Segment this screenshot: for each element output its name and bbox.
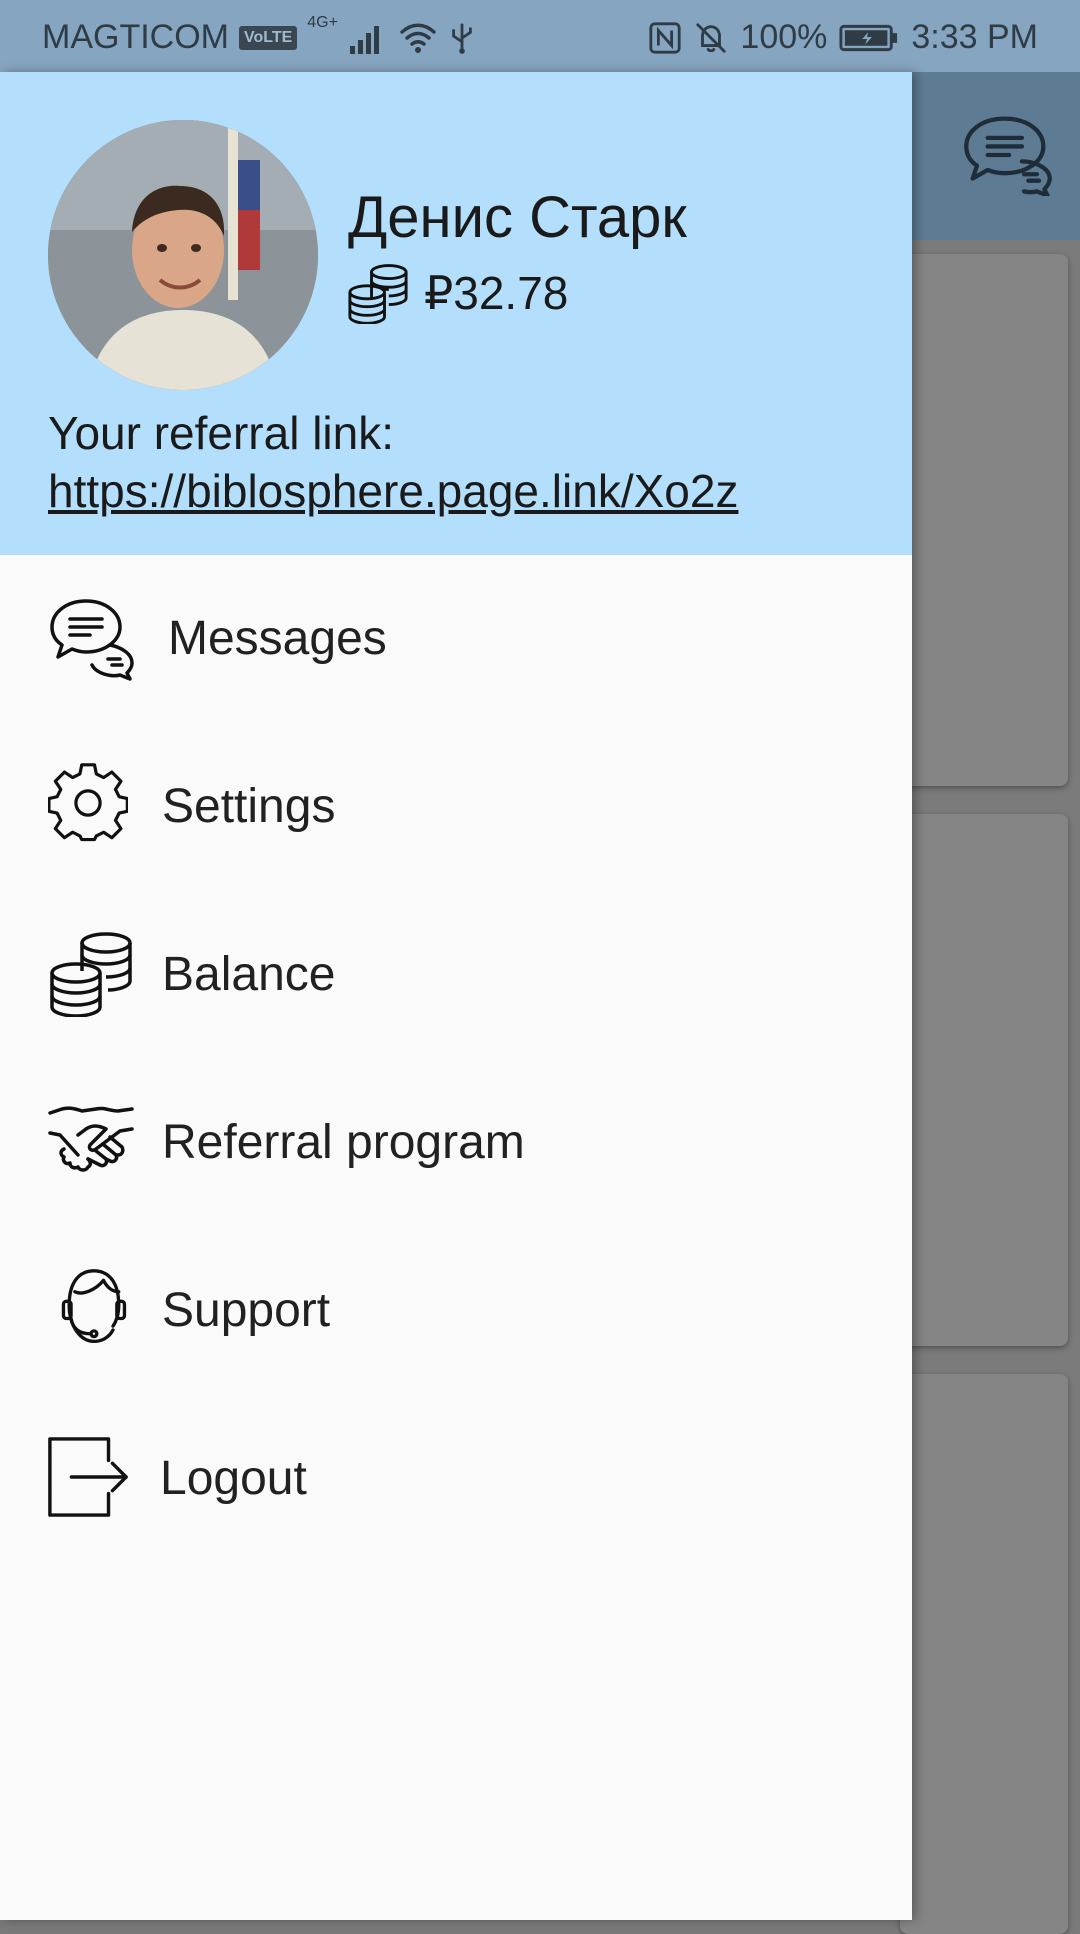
background-card [900,1374,1068,1934]
background-card [900,254,1068,786]
menu-item-messages[interactable]: Messages [0,555,912,723]
carrier-name: MAGTICOM [42,18,229,56]
menu-item-settings[interactable]: Settings [0,723,912,891]
navigation-drawer: Денис Старк ₽32.78 Your referral link: h… [0,72,912,1920]
user-name: Денис Старк [348,185,687,250]
status-bar: MAGTICOM VoLTE 4G+ 100% 3:33 PM [0,0,1080,72]
notifications-muted-icon [696,22,727,53]
nfc-icon [649,21,681,54]
usb-icon [452,23,472,54]
battery-icon [839,24,898,51]
gear-icon [48,763,128,842]
drawer-header: Денис Старк ₽32.78 Your referral link: h… [0,72,912,555]
volte-badge: VoLTE [238,25,298,50]
avatar[interactable] [48,120,318,390]
menu-item-support[interactable]: Support [0,1227,912,1395]
background-card [900,814,1068,1346]
menu-label-support: Support [162,1284,331,1337]
menu-label-balance: Balance [162,948,336,1001]
menu-item-balance[interactable]: Balance [0,891,912,1059]
menu-label-settings: Settings [162,780,336,833]
balance-value: ₽32.78 [424,267,569,319]
menu-label-referral-program: Referral program [162,1116,525,1169]
menu-item-logout[interactable]: Logout [0,1395,912,1563]
menu-label-messages: Messages [168,612,387,665]
network-type: 4G+ [307,14,338,31]
wifi-icon [400,23,436,53]
battery-percent: 100% [740,18,828,56]
avatar-photo [48,120,318,390]
handshake-icon [48,1106,134,1172]
signal-icon [349,25,379,54]
headset-icon [61,1269,127,1344]
header-balance[interactable]: ₽32.78 [346,262,568,324]
referral-label: Your referral link: [48,407,395,459]
menu-label-logout: Logout [160,1452,307,1505]
chat-bubbles-icon [50,599,134,681]
status-time: 3:33 PM [911,18,1038,56]
chat-bubbles-icon[interactable] [962,114,1054,196]
referral-link[interactable]: https://biblosphere.page.link/Xo2z [48,464,738,518]
coins-icon [50,932,132,1017]
logout-icon [48,1437,128,1517]
menu-item-referral-program[interactable]: Referral program [0,1059,912,1227]
coins-icon [348,264,408,324]
